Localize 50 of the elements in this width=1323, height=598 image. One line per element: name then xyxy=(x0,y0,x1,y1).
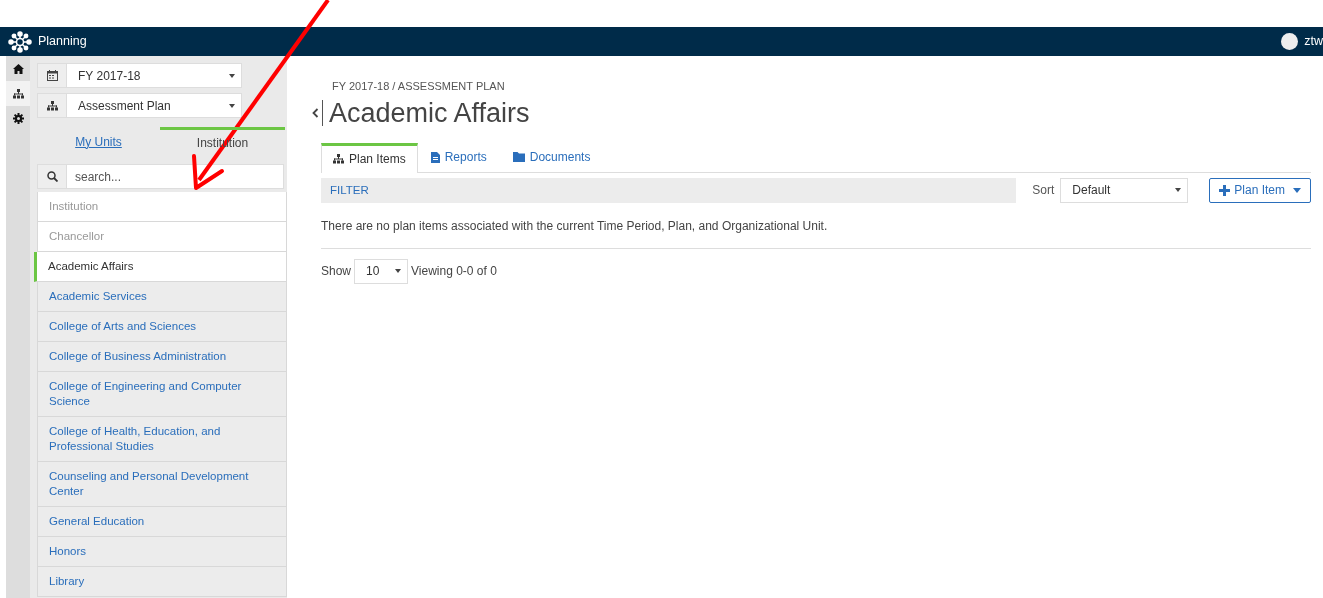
unit-list-item[interactable]: General Education xyxy=(37,507,287,537)
sitemap-icon xyxy=(46,100,58,111)
search-icon xyxy=(46,171,58,182)
unit-list-item[interactable]: Counseling and Personal Development Center xyxy=(37,462,287,507)
tab[interactable]: Documents xyxy=(499,142,604,172)
unit-list-item[interactable]: Academic Affairs xyxy=(34,252,287,282)
unit-list-item[interactable]: Library xyxy=(37,567,287,597)
folder-icon xyxy=(512,152,525,163)
caret-icon xyxy=(1293,187,1301,193)
unit-list-item[interactable]: College of Health, Education, and Professional Studies xyxy=(37,417,287,462)
unit-list-item[interactable]: Institution xyxy=(37,192,287,222)
caret-icon xyxy=(1175,188,1182,193)
search-field[interactable]: search... xyxy=(37,164,284,189)
avatar[interactable] xyxy=(1281,33,1299,50)
unit-list-item[interactable]: Honors xyxy=(37,537,287,567)
sitemap-icon xyxy=(12,88,24,99)
page-size-select[interactable]: 10 xyxy=(354,258,409,284)
filter-toggle[interactable]: FILTER xyxy=(321,177,1017,203)
show-label: Show xyxy=(321,263,352,281)
add-plan-item-button[interactable]: Plan Item xyxy=(1209,177,1311,203)
sitemap-icon xyxy=(333,154,344,165)
unit-list-item[interactable]: College of Engineering and Computer Science xyxy=(37,372,287,417)
caret-icon xyxy=(229,73,235,78)
tab[interactable]: Plan Items xyxy=(321,142,418,173)
unit-list-item[interactable]: Academic Services xyxy=(37,282,287,312)
sort-label: Sort xyxy=(1032,182,1055,200)
unit-list-item[interactable]: College of Business Administration xyxy=(37,342,287,372)
dropdown-select[interactable]: FY 2017-18 xyxy=(37,63,242,88)
empty-message: There are no plan items associated with the current Time Period, Plan, and Organizational Unit. xyxy=(321,216,1311,249)
back-button[interactable] xyxy=(312,99,323,126)
document-icon xyxy=(430,151,440,163)
gear-icon xyxy=(12,113,24,124)
sort-select[interactable]: Default xyxy=(1060,177,1189,203)
network-logo-icon xyxy=(8,30,32,53)
viewing-count: Viewing 0-0 of 0 xyxy=(411,263,497,281)
caret-icon xyxy=(395,269,402,274)
caret-icon xyxy=(229,103,235,108)
home-icon xyxy=(12,63,24,74)
tab[interactable]: Reports xyxy=(417,142,500,172)
breadcrumb: FY 2017-18 / ASSESSMENT PLAN xyxy=(332,79,506,94)
unit-list-item[interactable]: Chancellor xyxy=(37,222,287,252)
chevron-left-icon xyxy=(312,107,319,118)
page-title: Academic Affairs xyxy=(329,96,530,129)
plus-icon xyxy=(1219,184,1231,196)
calendar-icon xyxy=(46,70,58,81)
dropdown-select[interactable]: Assessment Plan xyxy=(37,93,242,118)
unit-list-item[interactable]: College of Arts and Sciences xyxy=(37,312,287,342)
app-title: Planning xyxy=(38,33,87,51)
user-name[interactable]: ztw xyxy=(1304,32,1323,51)
unit-tab[interactable]: My Units xyxy=(37,127,160,156)
